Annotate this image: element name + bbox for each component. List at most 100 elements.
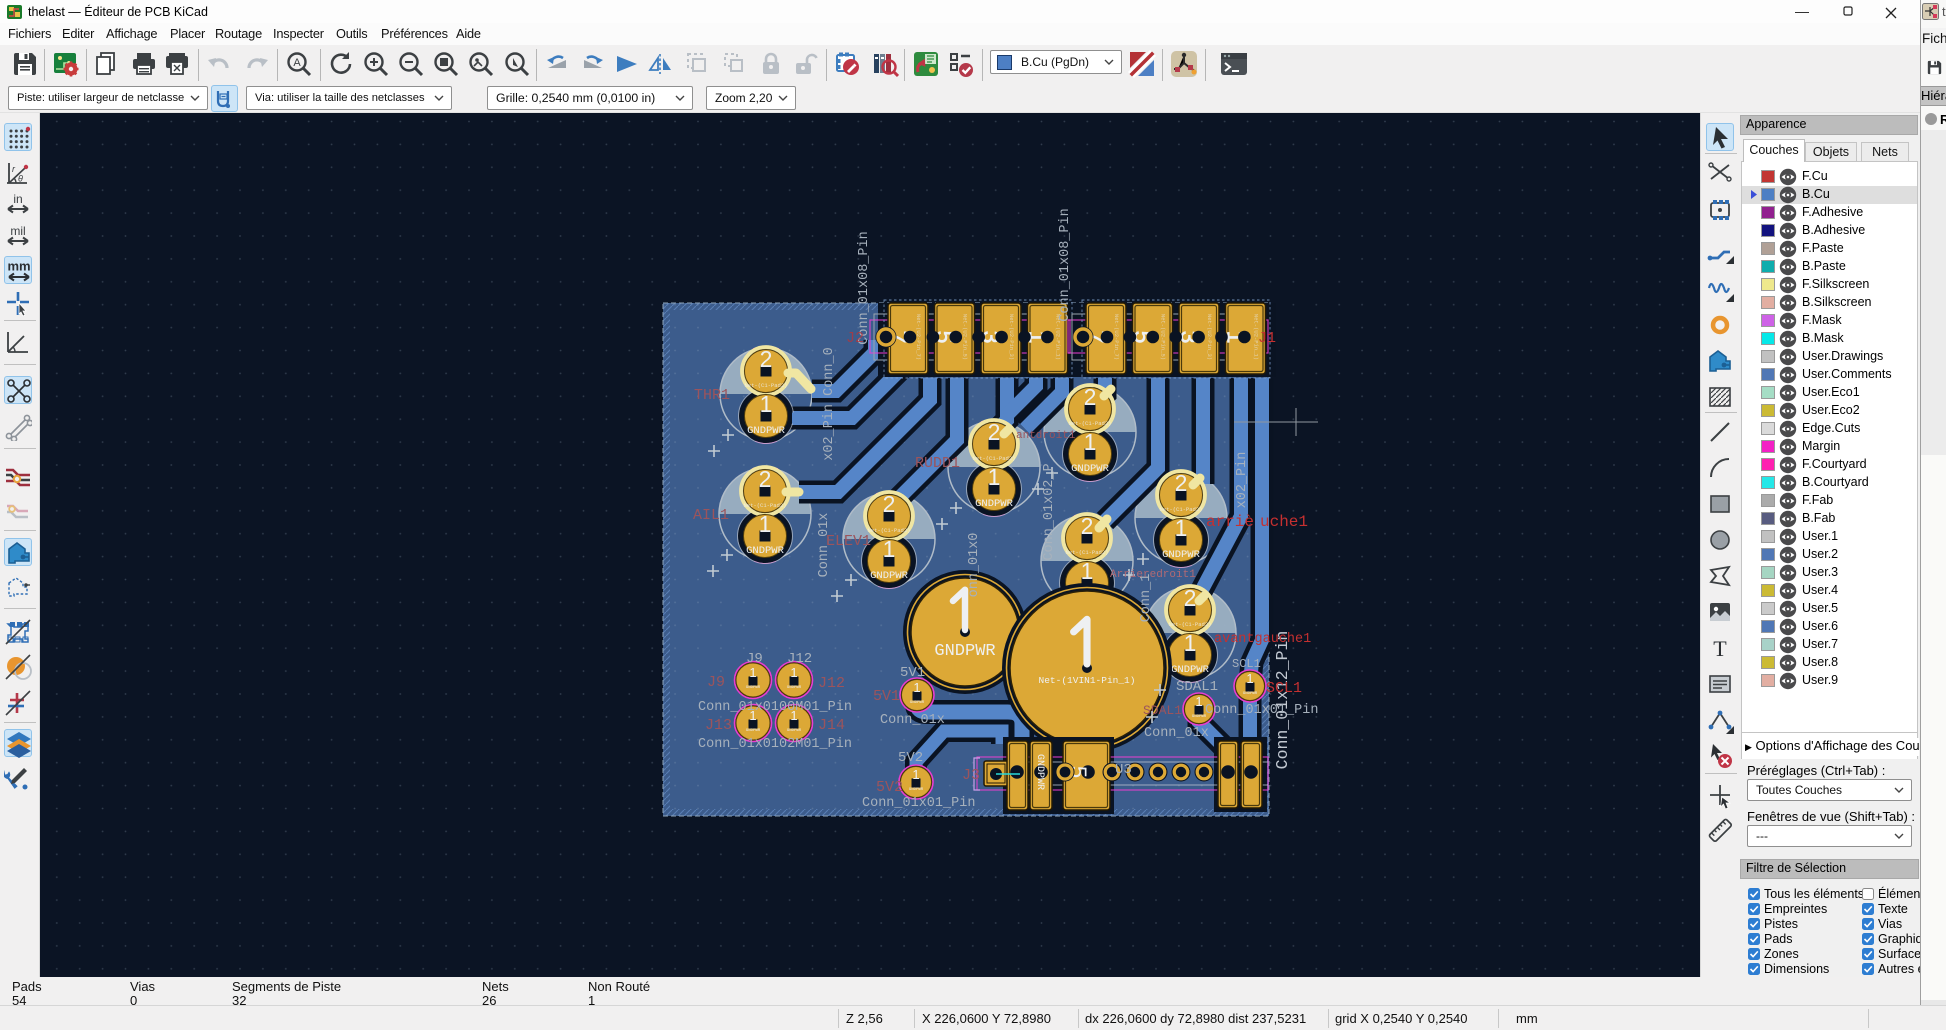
svg-text:Net-(C1-Pad2): Net-(C1-Pad2) [1160, 506, 1203, 513]
svg-text:1: 1 [760, 391, 773, 417]
svg-text:Net-(U2-Pin_7): Net-(U2-Pin_7) [1113, 314, 1120, 360]
svg-text:GNDPWR: GNDPWR [1171, 664, 1210, 676]
svg-text:Conn_01x01_Pin: Conn_01x01_Pin [1205, 703, 1318, 718]
svg-text:GNDPWR: GNDPWR [746, 686, 761, 690]
svg-text:Net-(C1-Pad2): Net-(C1-Pad2) [868, 527, 911, 534]
svg-text:GNDPWR: GNDPWR [1162, 549, 1201, 561]
svg-text:R: R [1940, 112, 1946, 127]
svg-text:1: 1 [1084, 429, 1097, 455]
svg-text:GNDPWR: GNDPWR [787, 729, 802, 733]
svg-text:GNDPWR: GNDPWR [787, 686, 802, 690]
svg-text:2: 2 [1084, 384, 1097, 410]
svg-text:SCL1: SCL1 [1266, 680, 1302, 697]
svg-text:2: 2 [883, 491, 896, 517]
svg-text:Conn_01x: Conn_01x [1144, 726, 1209, 741]
svg-text:avantgauche1: avantgauche1 [1214, 632, 1311, 647]
svg-text:r: r [12, 164, 16, 174]
svg-text:2: 2 [760, 346, 773, 372]
svg-text:THR1: THR1 [694, 387, 730, 404]
svg-text:U3: U3 [1115, 762, 1132, 778]
svg-text:onn_01x0: onn_01x0 [967, 533, 982, 598]
svg-text:2: 2 [759, 466, 772, 492]
svg-text:J2: J2 [846, 330, 864, 347]
svg-text:5V1: 5V1 [900, 665, 925, 681]
svg-text:RUDD1: RUDD1 [915, 455, 960, 472]
svg-text:GNDPWR: GNDPWR [910, 701, 925, 705]
svg-text:5V2: 5V2 [898, 750, 923, 766]
svg-text:Net-(C1-Pad2): Net-(C1-Pad2) [744, 502, 787, 509]
svg-text:Net-(U2-Pin_5): Net-(U2-Pin_5) [962, 314, 969, 360]
svg-text:GNDPWR: GNDPWR [870, 570, 909, 582]
svg-text:Conn_01x02_P: Conn_01x02_P [1042, 463, 1057, 560]
svg-text:arriè: arriè [1206, 513, 1254, 531]
svg-text:antdroit1: antdroit1 [1016, 430, 1076, 442]
svg-text:Net-(C1-Pad2): Net-(C1-Pad2) [745, 382, 788, 389]
svg-text:Conn_01x01_Pin: Conn_01x01_Pin [862, 796, 975, 811]
svg-text:mil: mil [10, 224, 25, 238]
svg-text:mm: mm [7, 259, 30, 274]
svg-text:x02_Pin: x02_Pin [1235, 452, 1250, 509]
svg-text:SDAL1: SDAL1 [1176, 679, 1218, 695]
svg-text:5V2: 5V2 [876, 779, 903, 796]
svg-text:J13: J13 [705, 717, 732, 734]
svg-text:Arrieredroit1: Arrieredroit1 [1110, 569, 1196, 581]
svg-text:ELEV1: ELEV1 [826, 533, 871, 550]
svg-text:1: 1 [1246, 671, 1253, 686]
svg-text:2: 2 [988, 419, 1001, 445]
svg-text:Conn_01x08_Pin: Conn_01x08_Pin [1058, 208, 1073, 321]
svg-text:GNDPWR: GNDPWR [1034, 754, 1045, 790]
svg-text:1: 1 [749, 665, 756, 680]
svg-text:J12: J12 [818, 675, 845, 692]
svg-text:2: 2 [1081, 513, 1094, 539]
svg-text:Conn_01x: Conn_01x [880, 713, 945, 728]
svg-text:T: T [1713, 636, 1727, 661]
svg-text:2: 2 [1175, 470, 1188, 496]
svg-text:Conn_01x0102M01_Pin: Conn_01x0102M01_Pin [698, 737, 852, 752]
svg-text:Conn_01x08_Pin: Conn_01x08_Pin [857, 231, 872, 344]
svg-text:GNDPWR: GNDPWR [746, 545, 785, 557]
svg-text:1: 1 [913, 680, 920, 695]
svg-text:1: 1 [1081, 558, 1094, 584]
svg-text:1: 1 [988, 464, 1001, 490]
svg-text:J9: J9 [746, 651, 763, 667]
svg-text:J3: J3 [962, 767, 980, 784]
svg-text:GNDPWR: GNDPWR [975, 498, 1014, 510]
svg-text:J12: J12 [787, 651, 812, 667]
svg-text:Net-(U2-Pin_5): Net-(U2-Pin_5) [1160, 314, 1167, 360]
svg-text:GNDPWR: GNDPWR [934, 642, 995, 661]
svg-text:1: 1 [1184, 630, 1197, 656]
svg-text:J1: J1 [1258, 330, 1276, 347]
svg-text:x02_Pin Conn_0: x02_Pin Conn_0 [822, 347, 837, 460]
svg-text:θ: θ [18, 174, 23, 184]
svg-text:GNDPWR: GNDPWR [1243, 692, 1258, 696]
svg-text:Conn_01x0100M01_Pin: Conn_01x0100M01_Pin [698, 700, 852, 715]
svg-text:J9: J9 [707, 674, 725, 691]
svg-text:Net-(C1-Pad2): Net-(C1-Pad2) [1169, 621, 1212, 628]
svg-text:J14: J14 [818, 717, 845, 734]
svg-text:1: 1 [912, 767, 919, 782]
svg-text:GNDPWR: GNDPWR [747, 425, 786, 437]
svg-text:5V1: 5V1 [873, 688, 900, 705]
svg-text:2: 2 [1184, 585, 1197, 611]
svg-text:Net-(U2-Pin_3): Net-(U2-Pin_3) [1008, 314, 1015, 360]
svg-text:1: 1 [1195, 694, 1202, 709]
svg-text:GNDPWR: GNDPWR [746, 729, 761, 733]
svg-text:Net-(1VIN1-Pin_1): Net-(1VIN1-Pin_1) [1039, 675, 1136, 686]
svg-text:Net-(C1-Pad2): Net-(C1-Pad2) [1066, 549, 1109, 556]
svg-text:A: A [293, 57, 301, 69]
svg-text:Net-(C1-Pad2): Net-(C1-Pad2) [1069, 420, 1112, 427]
svg-text:SCL1: SCL1 [1232, 657, 1261, 671]
svg-text:1: 1 [790, 665, 797, 680]
svg-text:1: 1 [759, 511, 772, 537]
svg-text:Net-(C1-Pad2): Net-(C1-Pad2) [973, 455, 1016, 462]
svg-text:GNDPWR: GNDPWR [909, 788, 924, 792]
svg-text:Conn_01x12_Pin: Conn_01x12_Pin [1273, 631, 1292, 770]
svg-text:AIL1: AIL1 [693, 507, 729, 524]
svg-text:in: in [13, 192, 22, 206]
svg-text:SDAL1: SDAL1 [1143, 703, 1182, 718]
svg-text:1: 1 [1175, 515, 1188, 541]
svg-text:GNDPWR: GNDPWR [1071, 463, 1110, 475]
svg-text:uche1: uche1 [1260, 513, 1308, 531]
svg-text:1: 1 [883, 536, 896, 562]
svg-text:Net-(U2-Pin_3): Net-(U2-Pin_3) [1206, 314, 1213, 360]
